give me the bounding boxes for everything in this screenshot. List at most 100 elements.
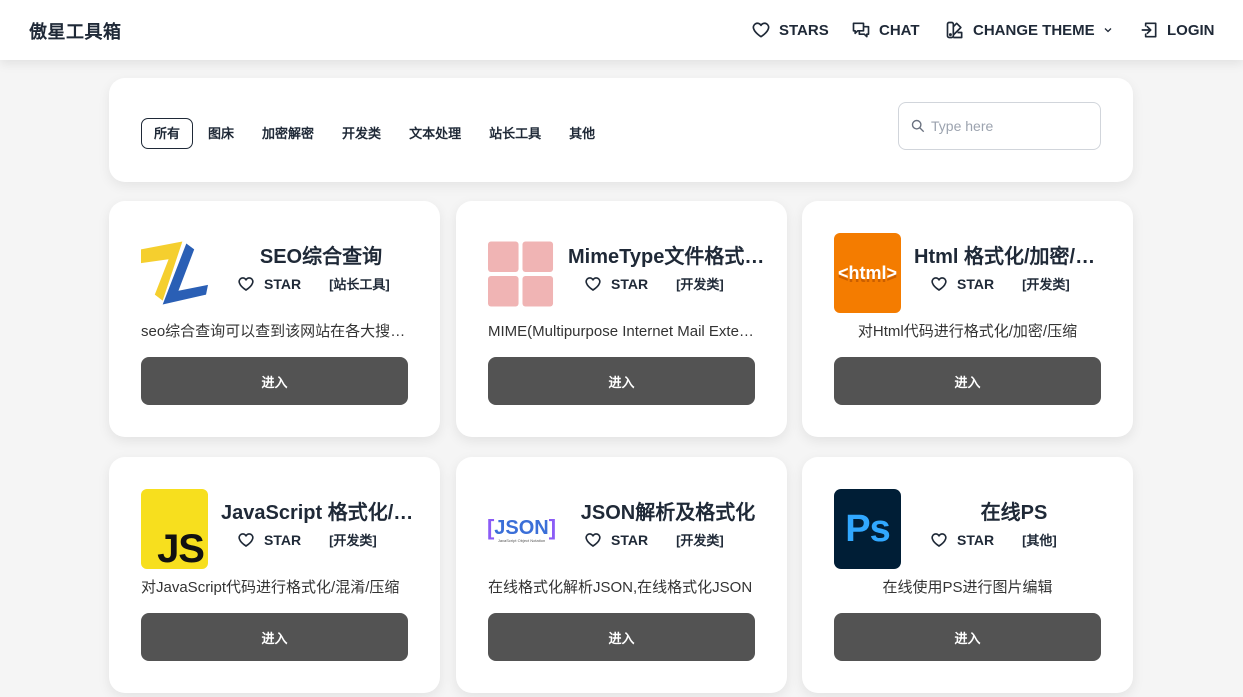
- tab-encryption[interactable]: 加密解密: [249, 118, 327, 149]
- grid-logo-icon: [488, 241, 554, 307]
- tool-meta: STAR [站长工具]: [237, 274, 407, 293]
- tool-meta: STAR [开发类]: [237, 530, 407, 549]
- tool-meta: STAR [其他]: [930, 530, 1100, 549]
- enter-button[interactable]: 进入: [834, 613, 1101, 661]
- star-label: STAR: [611, 531, 649, 548]
- ps-logo-text: Ps: [845, 507, 890, 550]
- tool-description: MIME(Multipurpose Internet Mail Extensio…: [488, 323, 755, 340]
- tab-other[interactable]: 其他: [556, 118, 608, 149]
- enter-button[interactable]: 进入: [141, 357, 408, 405]
- star-button[interactable]: STAR: [584, 275, 648, 293]
- chat-icon: [852, 22, 870, 38]
- tool-title: JavaScript 格式化/混淆/压缩: [221, 502, 421, 524]
- tab-development[interactable]: 开发类: [329, 118, 394, 149]
- enter-button[interactable]: 进入: [834, 357, 1101, 405]
- tool-card-mimetype: MimeType文件格式大全 STAR [开发类] MIME(Multipurp…: [456, 201, 787, 437]
- tool-card-html: <html> Html 格式化/加密/压缩 STAR [开发类] 对Html代码…: [802, 201, 1133, 437]
- category-tabs: 所有 图床 加密解密 开发类 文本处理 站长工具 其他: [141, 118, 610, 149]
- tool-description: 在线使用PS进行图片编辑: [882, 579, 1053, 596]
- js-logo-tile: JS: [141, 489, 208, 569]
- category-badge: [开发类]: [1022, 277, 1070, 292]
- chevron-down-icon: [1104, 28, 1112, 33]
- tab-all[interactable]: 所有: [141, 118, 194, 149]
- tab-webmaster-tools[interactable]: 站长工具: [476, 118, 554, 149]
- tool-card-seo: SEO综合查询 STAR [站长工具] seo综合查询可以查到该网站在各大搜索引…: [109, 201, 440, 437]
- tool-description: 对Html代码进行格式化/加密/压缩: [857, 323, 1078, 340]
- ps-logo: Ps: [834, 489, 901, 569]
- tool-title: JSON解析及格式化: [580, 502, 756, 524]
- star-button[interactable]: STAR: [584, 531, 648, 549]
- change-theme-label: CHANGE THEME: [973, 21, 1095, 39]
- bracket-left: [: [486, 515, 495, 540]
- star-label: STAR: [957, 275, 995, 292]
- nav-login-link[interactable]: LOGIN: [1139, 0, 1215, 60]
- star-button[interactable]: STAR: [930, 531, 994, 549]
- nav-login-label: LOGIN: [1167, 21, 1215, 39]
- js-logo-text: JS: [157, 527, 205, 571]
- star-label: STAR: [957, 531, 995, 548]
- category-badge: [站长工具]: [329, 277, 390, 292]
- star-button[interactable]: STAR: [930, 275, 994, 293]
- category-badge: [开发类]: [329, 533, 377, 548]
- bracket-right: ]: [548, 515, 557, 540]
- json-logo-text: JSON: [494, 516, 549, 539]
- heart-icon: [238, 276, 254, 291]
- enter-button[interactable]: 进入: [141, 613, 408, 661]
- ps-logo-tile: Ps: [834, 489, 901, 569]
- heart-icon: [931, 276, 947, 291]
- change-theme-dropdown[interactable]: CHANGE THEME: [945, 0, 1114, 60]
- nav-stars-label: STARS: [779, 21, 829, 39]
- tool-card-javascript: JS JavaScript 格式化/混淆/压缩 STAR [开发类] 对Java…: [109, 457, 440, 693]
- js-logo: JS: [141, 489, 208, 569]
- tool-card-json: [ JSON ] JavaScript Object Notation JSON…: [456, 457, 787, 693]
- json-logo-subtitle: JavaScript Object Notation: [497, 538, 546, 543]
- tool-description: 在线格式化解析JSON,在线格式化JSON: [488, 579, 753, 596]
- tool-meta: STAR [开发类]: [930, 274, 1100, 293]
- filter-panel: 所有 图床 加密解密 开发类 文本处理 站长工具 其他: [109, 78, 1133, 182]
- zl-logo: [141, 233, 208, 313]
- star-button[interactable]: STAR: [237, 531, 301, 549]
- heart-icon: [752, 22, 770, 38]
- search-box: [898, 102, 1101, 150]
- tool-title: Html 格式化/加密/压缩: [914, 246, 1114, 268]
- top-navbar: 傲星工具箱 STARS CHAT CHANGE THEME LOGIN: [0, 0, 1243, 60]
- tool-meta: STAR [开发类]: [584, 530, 754, 549]
- html-logo: <html>: [834, 233, 901, 313]
- star-label: STAR: [264, 275, 302, 292]
- json-logo-mark: [ JSON ] JavaScript Object Notation: [486, 515, 557, 543]
- html-logo-tile: <html>: [834, 233, 901, 313]
- tool-title: 在线PS: [980, 502, 1048, 524]
- category-badge: [其他]: [1022, 533, 1057, 548]
- grid-logo: [488, 233, 555, 313]
- login-icon: [1141, 22, 1157, 38]
- heart-icon: [585, 276, 601, 291]
- search-input[interactable]: [931, 118, 1091, 134]
- enter-button[interactable]: 进入: [488, 613, 755, 661]
- zl-logo-icon: [141, 241, 208, 305]
- tab-image-hosting[interactable]: 图床: [195, 118, 247, 149]
- search-icon: [911, 119, 925, 133]
- tool-title: SEO综合查询: [259, 246, 383, 268]
- star-button[interactable]: STAR: [237, 275, 301, 293]
- nav-stars-link[interactable]: STARS: [751, 0, 829, 60]
- brand-title[interactable]: 傲星工具箱: [29, 18, 122, 44]
- tool-description: 对JavaScript代码进行格式化/混淆/压缩: [141, 579, 400, 596]
- tool-title: MimeType文件格式大全: [568, 246, 768, 268]
- tool-meta: STAR [开发类]: [584, 274, 754, 293]
- heart-icon: [238, 532, 254, 547]
- palette-swatch-icon: [946, 21, 963, 39]
- tab-text-processing[interactable]: 文本处理: [396, 118, 474, 149]
- star-label: STAR: [264, 531, 302, 548]
- tool-description: seo综合查询可以查到该网站在各大搜索引擎的信息: [141, 323, 408, 340]
- tool-card-photoshop: Ps 在线PS STAR [其他] 在线使用PS进行图片编辑 进入: [802, 457, 1133, 693]
- json-logo: [ JSON ] JavaScript Object Notation: [486, 489, 557, 569]
- category-badge: [开发类]: [676, 277, 724, 292]
- category-badge: [开发类]: [676, 533, 724, 548]
- enter-button[interactable]: 进入: [488, 357, 755, 405]
- heart-icon: [585, 532, 601, 547]
- nav-chat-label: CHAT: [879, 21, 920, 39]
- html-logo-text: <html>: [837, 262, 898, 283]
- star-label: STAR: [611, 275, 649, 292]
- nav-chat-link[interactable]: CHAT: [851, 0, 920, 60]
- heart-icon: [931, 532, 947, 547]
